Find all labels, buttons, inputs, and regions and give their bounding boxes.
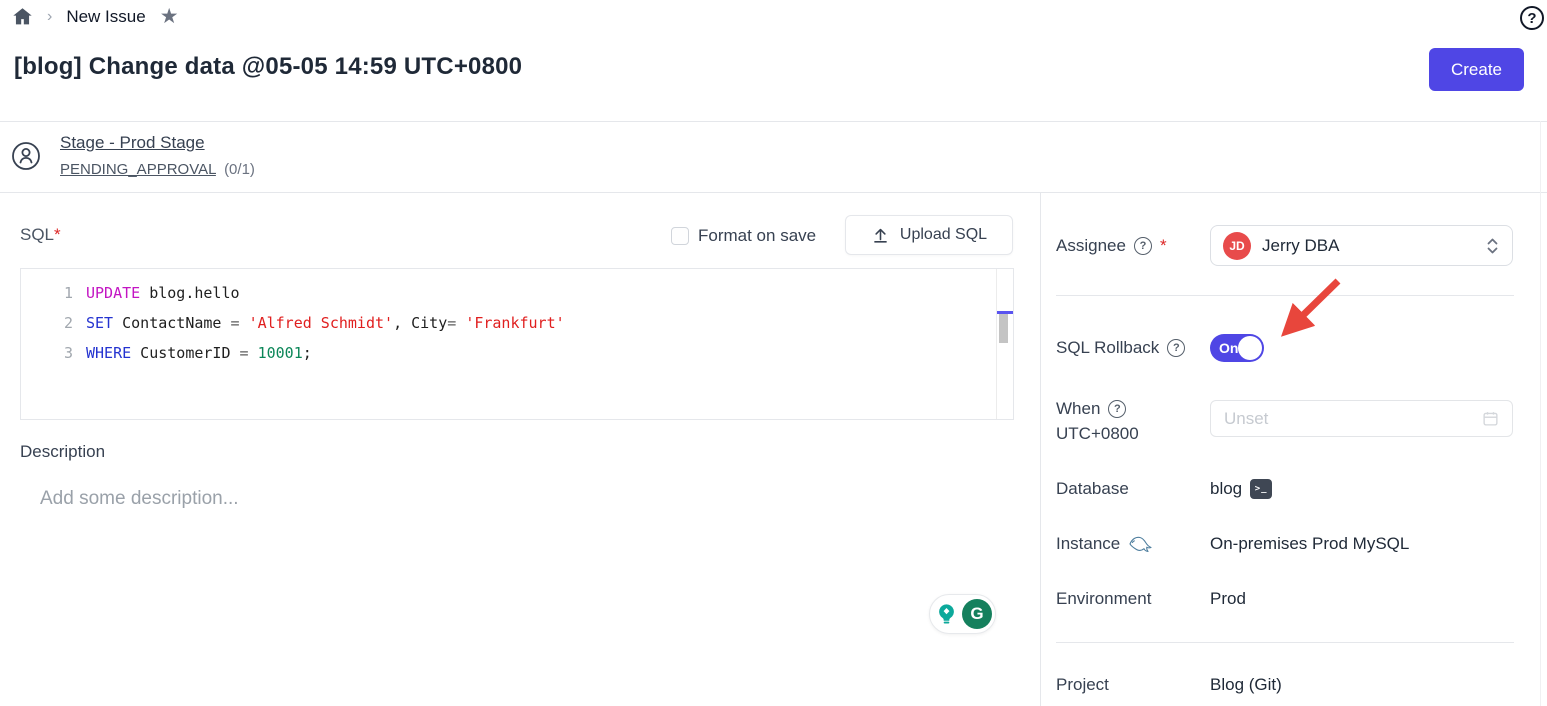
divider <box>0 192 1547 193</box>
assignee-select[interactable]: JD Jerry DBA <box>1210 225 1513 266</box>
star-icon[interactable]: ★ <box>160 6 179 27</box>
upload-sql-button[interactable]: Upload SQL <box>845 215 1013 255</box>
code-line[interactable]: 2SET ContactName = 'Alfred Schmidt', Cit… <box>21 312 1013 342</box>
code-text: WHERE CustomerID = 10001; <box>73 342 312 364</box>
database-label: Database <box>1056 479 1129 499</box>
format-on-save-label: Format on save <box>698 226 816 246</box>
calendar-icon <box>1482 410 1499 427</box>
required-asterisk: * <box>1160 236 1167 256</box>
create-button[interactable]: Create <box>1429 48 1524 91</box>
toggle-state-label: On <box>1219 340 1238 356</box>
avatar: JD <box>1223 232 1251 260</box>
chevron-right-icon: › <box>47 8 52 26</box>
line-number: 3 <box>21 342 73 364</box>
toggle-knob <box>1238 336 1262 360</box>
line-number: 1 <box>21 282 73 304</box>
sql-section-label: SQL* <box>20 225 61 245</box>
breadcrumb-current[interactable]: New Issue <box>66 7 145 27</box>
project-value: Blog (Git) <box>1210 675 1282 695</box>
environment-value: Prod <box>1210 589 1246 609</box>
description-label: Description <box>20 442 105 462</box>
when-label-row: When ? <box>1056 399 1126 419</box>
instance-label-row: Instance <box>1056 534 1153 554</box>
sql-rollback-toggle[interactable]: On <box>1210 334 1264 362</box>
description-input[interactable]: Add some description... <box>40 488 239 510</box>
grammarly-icon[interactable]: G <box>962 599 992 629</box>
mysql-dolphin-icon <box>1128 535 1153 553</box>
lightbulb-icon[interactable] <box>933 601 960 628</box>
divider <box>1540 121 1541 706</box>
new-issue-page: › New Issue ★ ? [blog] Change data @05-0… <box>0 0 1547 706</box>
when-datetime-input[interactable]: Unset <box>1210 400 1513 437</box>
format-on-save-row: Format on save <box>671 226 816 246</box>
grammarly-widget[interactable]: G <box>929 594 996 634</box>
assignee-value: Jerry DBA <box>1262 236 1474 256</box>
database-value[interactable]: blog <box>1210 479 1242 499</box>
instance-value: On-premises Prod MySQL <box>1210 534 1409 554</box>
divider <box>1040 193 1041 706</box>
environment-label: Environment <box>1056 589 1151 609</box>
stage-approval-count: (0/1) <box>224 161 255 178</box>
assignee-avatar-icon <box>11 141 41 176</box>
stage-link[interactable]: Stage - Prod Stage <box>60 133 205 153</box>
code-lines: 1UPDATE blog.hello2SET ContactName = 'Al… <box>21 269 1013 372</box>
database-value-row: blog >_ <box>1210 479 1272 499</box>
stage-status-row: PENDING_APPROVAL (0/1) <box>60 161 255 178</box>
help-icon[interactable]: ? <box>1520 6 1544 30</box>
required-asterisk: * <box>54 225 61 244</box>
format-on-save-checkbox[interactable] <box>671 227 689 245</box>
project-label: Project <box>1056 675 1109 695</box>
line-number: 2 <box>21 312 73 334</box>
code-line[interactable]: 1UPDATE blog.hello <box>21 282 1013 312</box>
editor-scrollbar[interactable] <box>996 269 1013 419</box>
home-icon[interactable] <box>12 6 33 27</box>
stage-status-link[interactable]: PENDING_APPROVAL <box>60 161 216 178</box>
page-title: [blog] Change data @05-05 14:59 UTC+0800 <box>14 53 522 81</box>
upload-icon <box>871 226 890 245</box>
sql-terminal-icon[interactable]: >_ <box>1250 479 1272 499</box>
divider <box>1056 295 1514 296</box>
sql-rollback-label-row: SQL Rollback ? <box>1056 338 1185 358</box>
scrollbar-thumb[interactable] <box>999 314 1008 343</box>
code-line[interactable]: 3WHERE CustomerID = 10001; <box>21 342 1013 372</box>
help-icon[interactable]: ? <box>1167 339 1185 357</box>
divider <box>1056 642 1514 643</box>
sql-editor[interactable]: 1UPDATE blog.hello2SET ContactName = 'Al… <box>20 268 1014 420</box>
assignee-label-row: Assignee ? * <box>1056 236 1167 256</box>
select-chevrons-icon <box>1485 236 1500 256</box>
when-timezone: UTC+0800 <box>1056 424 1139 444</box>
code-text: UPDATE blog.hello <box>73 282 240 304</box>
code-text: SET ContactName = 'Alfred Schmidt', City… <box>73 312 565 334</box>
when-placeholder: Unset <box>1224 409 1482 429</box>
breadcrumb: › New Issue ★ <box>12 6 179 27</box>
help-icon[interactable]: ? <box>1134 237 1152 255</box>
divider <box>0 121 1547 122</box>
help-icon[interactable]: ? <box>1108 400 1126 418</box>
